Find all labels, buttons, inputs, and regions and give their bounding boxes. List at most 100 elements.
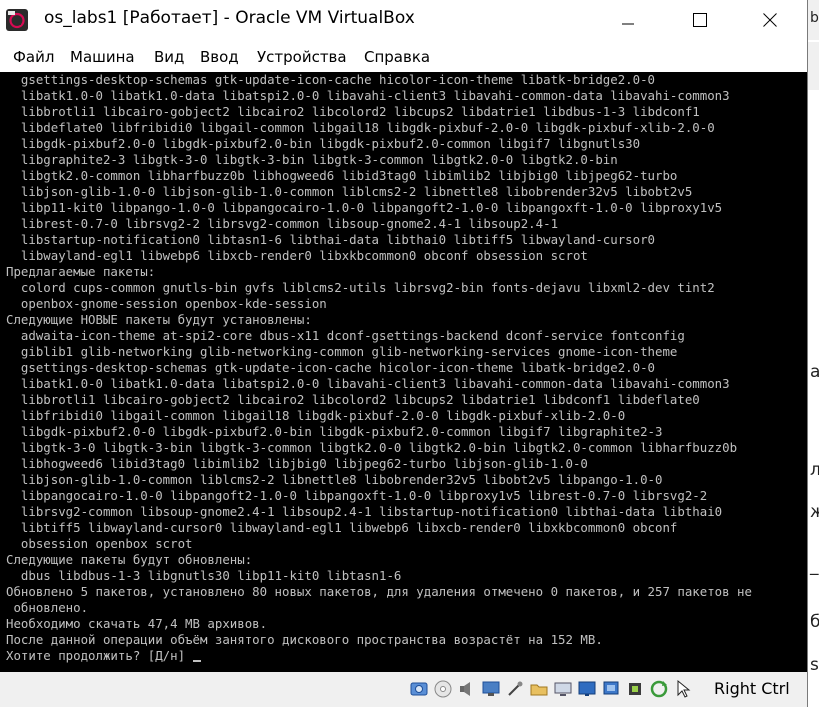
console-line: gsettings-desktop-schemas gtk-update-ico…	[6, 72, 752, 88]
menu-input[interactable]: Ввод	[200, 48, 239, 66]
console-line-text: libjson-glib-1.0-0 libjson-glib-1.0-comm…	[6, 184, 693, 199]
console-line-text: libgdk-pixbuf2.0-0 libgdk-pixbuf2.0-bin …	[6, 136, 641, 151]
console-line-text: libfribidi0 libgail-common libgail18 lib…	[6, 408, 626, 423]
console-line-text: libgtk2.0-common libharfbuzz0b libhogwee…	[6, 168, 678, 183]
console-line: libstartup-notification0 libtasn1-6 libt…	[6, 232, 752, 248]
console-line-text: libbrotli1 libcairo-gobject2 libcairo2 l…	[6, 104, 700, 119]
vm-console[interactable]: gsettings-desktop-schemas gtk-update-ico…	[0, 72, 807, 672]
console-line: libpangocairo-1.0-0 libpangoft2-1.0-0 li…	[6, 488, 752, 504]
hard-disk-indicator[interactable]	[408, 678, 429, 699]
console-line-text: libgdk-pixbuf2.0-0 libgdk-pixbuf2.0-bin …	[6, 424, 663, 439]
device-indicators	[408, 678, 693, 702]
mouse-integration-indicator[interactable]	[672, 678, 693, 699]
optical-drive-indicator[interactable]	[432, 678, 453, 699]
console-line: librest-0.7-0 librsvg2-2 librsvg2-common…	[6, 216, 752, 232]
console-line: librsvg2-common libsoup-gnome2.4-1 libso…	[6, 504, 752, 520]
console-line: libgtk2.0-common libharfbuzz0b libhogwee…	[6, 168, 752, 184]
usb-icon	[507, 681, 522, 696]
screen-capture-indicator[interactable]	[600, 678, 621, 699]
maximize-button[interactable]	[677, 0, 723, 40]
background-window[interactable]: bdf ап ле ж _ бы st	[808, 0, 819, 707]
menu-bar: Файл Машина Вид Ввод Устройства Справка	[0, 43, 807, 71]
console-line-text: libatk1.0-0 libatk1.0-data libatspi2.0-0…	[6, 376, 730, 391]
refresh-icon	[650, 680, 667, 697]
console-line-text: libtiff5 libwayland-cursor0 libwayland-e…	[6, 520, 678, 535]
video-capture-indicator[interactable]	[576, 678, 597, 699]
menu-file[interactable]: Файл	[13, 48, 54, 66]
close-button[interactable]	[747, 0, 793, 40]
network-icon	[482, 681, 499, 696]
monitor-icon	[578, 681, 595, 696]
usb-indicator[interactable]	[504, 678, 525, 699]
console-line: adwaita-icon-theme at-spi2-core dbus-x11…	[6, 328, 752, 344]
background-text: bdf	[810, 10, 819, 26]
screen-icon	[603, 681, 618, 694]
hard-disk-icon	[410, 682, 427, 695]
console-line: обновлено.	[6, 600, 752, 616]
console-line: После данной операции объём занятого дис…	[6, 632, 752, 648]
console-line-text: obsession openbox scrot	[6, 536, 193, 551]
console-line-text: gsettings-desktop-schemas gtk-update-ico…	[6, 360, 656, 375]
title-bar[interactable]: os_labs1 [Работает] - Oracle VM VirtualB…	[0, 0, 807, 40]
background-text: ж	[810, 502, 819, 522]
console-line-text: Следующие пакеты будут обновлены:	[6, 552, 253, 567]
maximize-icon	[693, 13, 707, 27]
console-line: libfribidi0 libgail-common libgail18 lib…	[6, 408, 752, 424]
display-indicator[interactable]	[552, 678, 573, 699]
console-line: libbrotli1 libcairo-gobject2 libcairo2 l…	[6, 104, 752, 120]
console-line: libwayland-egl1 libwebp6 libxcb-render0 …	[6, 248, 752, 264]
console-line-text: libp11-kit0 libpango-1.0-0 libpangocairo…	[6, 200, 723, 215]
console-line: gsettings-desktop-schemas gtk-update-ico…	[6, 360, 752, 376]
console-line: openbox-gnome-session openbox-kde-sessio…	[6, 296, 752, 312]
background-scrollbar[interactable]	[808, 42, 819, 90]
console-line: dbus libdbus-1-3 libgnutls30 libp11-kit0…	[6, 568, 752, 584]
background-text: ле	[810, 460, 819, 480]
status-bar: Right Ctrl	[0, 672, 807, 707]
console-line-text: openbox-gnome-session openbox-kde-sessio…	[6, 296, 327, 311]
console-line: libgdk-pixbuf2.0-0 libgdk-pixbuf2.0-bin …	[6, 424, 752, 440]
minimize-button[interactable]	[605, 0, 651, 40]
host-key-label[interactable]: Right Ctrl	[714, 679, 790, 698]
shared-folders-indicator[interactable]	[528, 678, 549, 699]
chip-icon	[628, 682, 641, 695]
console-line-text: Предлагаемые пакеты:	[6, 264, 156, 279]
console-line-text: libatk1.0-0 libatk1.0-data libatspi2.0-0…	[6, 88, 730, 103]
menu-machine[interactable]: Машина	[70, 48, 135, 66]
menu-view[interactable]: Вид	[154, 48, 184, 66]
console-line: libbrotli1 libcairo-gobject2 libcairo2 l…	[6, 392, 752, 408]
console-line: libjson-glib-1.0-common liblcms2-2 libne…	[6, 472, 752, 488]
console-line-text: libpangocairo-1.0-0 libpangoft2-1.0-0 li…	[6, 488, 708, 503]
console-line-text: libstartup-notification0 libtasn1-6 libt…	[6, 232, 656, 247]
console-line-text: Необходимо скачать 47,4 MB архивов.	[6, 616, 268, 631]
console-line: libtiff5 libwayland-cursor0 libwayland-e…	[6, 520, 752, 536]
background-text: ап	[810, 362, 819, 382]
console-line: Хотите продолжить? [Д/н]	[6, 648, 752, 664]
console-output: gsettings-desktop-schemas gtk-update-ico…	[6, 72, 752, 664]
console-line: colord cups-common gnutls-bin gvfs liblc…	[6, 280, 752, 296]
console-line: obsession openbox scrot	[6, 536, 752, 552]
close-icon	[763, 13, 777, 27]
menu-help[interactable]: Справка	[364, 48, 430, 66]
network-indicator[interactable]	[480, 678, 501, 699]
console-line-text: adwaita-icon-theme at-spi2-core dbus-x11…	[6, 328, 685, 343]
console-line: libp11-kit0 libpango-1.0-0 libpangocairo…	[6, 200, 752, 216]
console-line-text: libjson-glib-1.0-common liblcms2-2 libne…	[6, 472, 663, 487]
cpu-indicator[interactable]	[624, 678, 645, 699]
console-line-text: libbrotli1 libcairo-gobject2 libcairo2 l…	[6, 392, 700, 407]
console-line: Обновлено 5 пакетов, установлено 80 новы…	[6, 584, 752, 600]
console-line-text: gsettings-desktop-schemas gtk-update-ico…	[6, 72, 656, 87]
optical-disc-icon	[434, 680, 451, 697]
console-line-text: libgraphite2-3 libgtk-3-0 libgtk-3-bin l…	[6, 152, 618, 167]
background-text: бы	[810, 612, 819, 632]
guest-additions-indicator[interactable]	[648, 678, 669, 699]
console-line: Необходимо скачать 47,4 MB архивов.	[6, 616, 752, 632]
console-line-text: Хотите продолжить? [Д/н]	[6, 648, 193, 663]
console-line-text: libgtk-3-0 libgtk-3-bin libgtk-3-common …	[6, 440, 738, 455]
menu-devices[interactable]: Устройства	[257, 48, 347, 66]
console-line: libgraphite2-3 libgtk-3-0 libgtk-3-bin l…	[6, 152, 752, 168]
console-line: libjson-glib-1.0-0 libjson-glib-1.0-comm…	[6, 184, 752, 200]
console-line: giblib1 glib-networking glib-networking-…	[6, 344, 752, 360]
console-line-text: colord cups-common gnutls-bin gvfs liblc…	[6, 280, 715, 295]
background-text: _	[810, 556, 819, 576]
audio-indicator[interactable]	[456, 678, 477, 699]
